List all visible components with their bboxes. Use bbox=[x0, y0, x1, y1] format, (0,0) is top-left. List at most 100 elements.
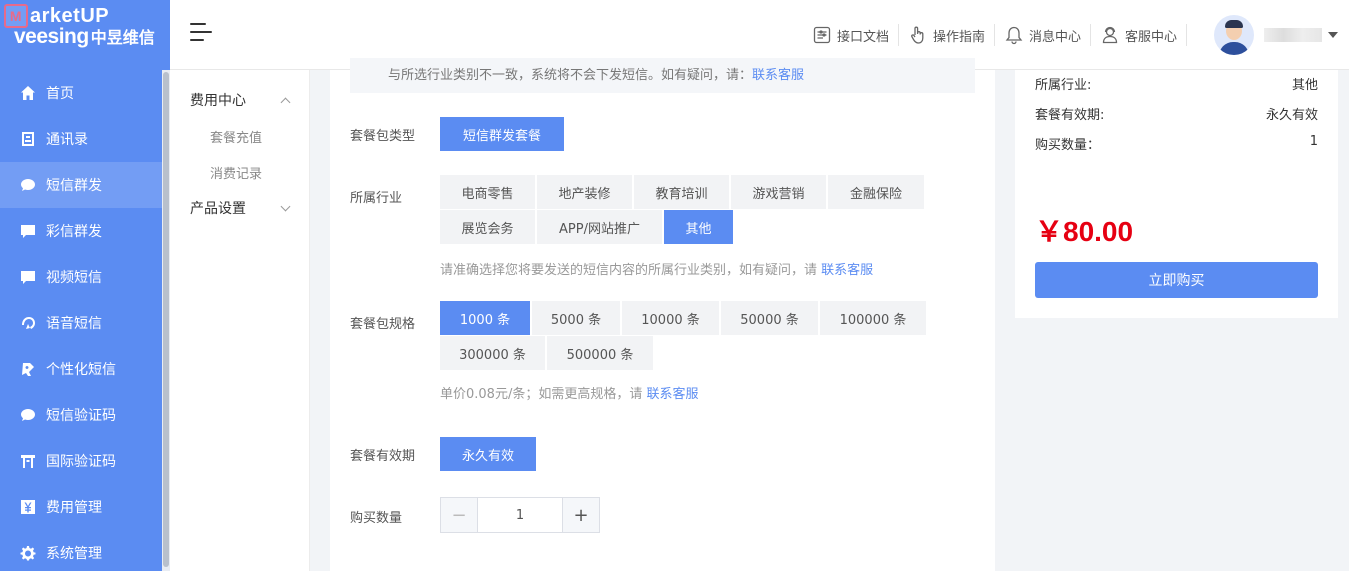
yen-icon bbox=[20, 499, 36, 515]
summary-value: 其他 bbox=[1291, 78, 1318, 93]
header-link-guide[interactable]: 操作指南 bbox=[899, 24, 996, 46]
header-link-label: 消息中心 bbox=[1029, 29, 1082, 45]
sidebar-item-label: 视频短信 bbox=[46, 270, 102, 286]
summary-row-validity: 套餐有效期: 永久有效 bbox=[1035, 104, 1318, 123]
sidebar-item-sms[interactable]: 短信群发 bbox=[0, 162, 162, 208]
submenu-group-product-settings[interactable]: 产品设置 bbox=[170, 190, 309, 226]
sidebar-item-billing[interactable]: 费用管理 bbox=[0, 484, 162, 530]
submenu-group-label: 费用中心 bbox=[190, 93, 246, 109]
sidebar-scrollbar[interactable] bbox=[162, 70, 170, 571]
api-doc-icon bbox=[813, 26, 831, 44]
sidebar-scrollbar-thumb[interactable] bbox=[163, 72, 169, 567]
summary-label: 购买数量： bbox=[1035, 138, 1101, 153]
quantity-increase-button[interactable]: + bbox=[562, 498, 599, 532]
notice-text: 与所选行业类别不一致，系统将不会下发短信。如有疑问，请： bbox=[388, 68, 753, 83]
sidebar-item-label: 语音短信 bbox=[46, 316, 102, 332]
username-blurred bbox=[1264, 28, 1322, 42]
user-menu[interactable] bbox=[1214, 15, 1338, 55]
validity-option[interactable]: 永久有效 bbox=[440, 437, 536, 471]
header-link-api-doc[interactable]: 接口文档 bbox=[803, 24, 900, 46]
voice-sms-icon bbox=[20, 315, 36, 331]
sidebar-item-label: 彩信群发 bbox=[46, 224, 102, 240]
summary-label: 所属行业: bbox=[1035, 78, 1092, 93]
gear-icon bbox=[20, 545, 36, 561]
bell-icon bbox=[1005, 26, 1023, 45]
industry-hint: 请准确选择您将要发送的短信内容的所属行业类别，如有疑问，请 联系客服 bbox=[440, 259, 873, 278]
industry-option[interactable]: 电商零售 bbox=[440, 175, 535, 209]
summary-row-quantity: 购买数量： 1 bbox=[1035, 134, 1318, 153]
sidebar-item-label: 首页 bbox=[46, 86, 74, 102]
sidebar-item-system[interactable]: 系统管理 bbox=[0, 530, 162, 571]
sidebar-item-voice-sms[interactable]: 语音短信 bbox=[0, 300, 162, 346]
video-sms-icon bbox=[20, 269, 36, 285]
industry-option-selected[interactable]: 其他 bbox=[664, 210, 733, 244]
header-link-support[interactable]: 客服中心 bbox=[1091, 24, 1188, 46]
mms-icon bbox=[20, 223, 36, 239]
spec-option-selected[interactable]: 1000 条 bbox=[440, 301, 530, 335]
sms-icon bbox=[20, 177, 36, 193]
industry-contact-link[interactable]: 联系客服 bbox=[821, 263, 873, 278]
sidebar-item-sms-code[interactable]: 短信验证码 bbox=[0, 392, 162, 438]
sidebar-item-label: 通讯录 bbox=[46, 132, 88, 148]
buy-now-button[interactable]: 立即购买 bbox=[1035, 262, 1318, 298]
sidebar-item-intl-code[interactable]: 国际验证码 bbox=[0, 438, 162, 484]
chevron-down-icon bbox=[1328, 32, 1338, 38]
menu-toggle-icon[interactable] bbox=[190, 23, 212, 45]
header-link-label: 操作指南 bbox=[933, 29, 986, 45]
support-icon bbox=[1102, 26, 1118, 44]
chevron-up-icon bbox=[280, 97, 291, 107]
quantity-decrease-button[interactable]: − bbox=[441, 498, 478, 532]
industry-option[interactable]: 游戏营销 bbox=[731, 175, 826, 209]
home-icon bbox=[20, 85, 36, 101]
quantity-label: 购买数量 bbox=[350, 511, 403, 526]
spec-hint: 单价0.08元/条；如需更高规格，请 联系客服 bbox=[440, 383, 698, 402]
validity-label: 套餐有效期 bbox=[350, 449, 416, 464]
submenu-item-recharge[interactable]: 套餐充值 bbox=[170, 118, 309, 154]
total-price: ￥80.00 bbox=[1035, 216, 1134, 247]
header-link-label: 接口文档 bbox=[837, 29, 890, 45]
package-type-label: 套餐包类型 bbox=[350, 129, 416, 144]
industry-option[interactable]: 教育培训 bbox=[634, 175, 729, 209]
submenu-item-consumption[interactable]: 消费记录 bbox=[170, 154, 309, 190]
contacts-icon bbox=[20, 131, 36, 147]
industry-option[interactable]: 展览会务 bbox=[440, 210, 535, 244]
sidebar-item-mms[interactable]: 彩信群发 bbox=[0, 208, 162, 254]
header-link-messages[interactable]: 消息中心 bbox=[995, 24, 1092, 46]
spec-option[interactable]: 500000 条 bbox=[547, 336, 653, 370]
header-links: 接口文档 操作指南 消息中心 客服中心 bbox=[803, 22, 1188, 48]
submenu-group-billing-center[interactable]: 费用中心 bbox=[170, 82, 309, 118]
package-type-option[interactable]: 短信群发套餐 bbox=[440, 117, 564, 151]
secondary-menu: 费用中心 套餐充值 消费记录 产品设置 bbox=[170, 70, 310, 571]
industry-option[interactable]: 地产装修 bbox=[537, 175, 632, 209]
spec-option[interactable]: 100000 条 bbox=[820, 301, 926, 335]
sidebar-item-contacts[interactable]: 通讯录 bbox=[0, 116, 162, 162]
summary-value: 永久有效 bbox=[1265, 108, 1318, 123]
logo-bottom-cn: 中昱维信 bbox=[90, 30, 155, 47]
sidebar-nav: 首页 通讯录 短信群发 彩信群发 视频短信 语音短信 个性化短信 短信验证码 国… bbox=[0, 70, 162, 571]
industry-option[interactable]: APP/网站推广 bbox=[537, 210, 662, 244]
spec-option[interactable]: 300000 条 bbox=[440, 336, 545, 370]
sidebar-item-label: 费用管理 bbox=[46, 500, 102, 516]
quantity-stepper: − + bbox=[440, 497, 600, 533]
notice-contact-link[interactable]: 联系客服 bbox=[752, 68, 804, 83]
avatar bbox=[1214, 15, 1254, 55]
brand-logo[interactable]: M arketUP veesing 中昱维信 bbox=[0, 0, 170, 70]
industry-label: 所属行业 bbox=[350, 191, 403, 206]
sidebar-item-personalized-sms[interactable]: 个性化短信 bbox=[0, 346, 162, 392]
chevron-down-icon bbox=[280, 201, 291, 211]
spec-contact-link[interactable]: 联系客服 bbox=[646, 387, 698, 402]
quantity-input[interactable] bbox=[478, 498, 562, 532]
sidebar-item-home[interactable]: 首页 bbox=[0, 70, 162, 116]
sidebar-item-video-sms[interactable]: 视频短信 bbox=[0, 254, 162, 300]
header-link-label: 客服中心 bbox=[1125, 29, 1178, 45]
summary-label: 套餐有效期: bbox=[1035, 108, 1105, 123]
spec-option[interactable]: 10000 条 bbox=[622, 301, 719, 335]
industry-option[interactable]: 金融保险 bbox=[828, 175, 924, 209]
spec-option[interactable]: 5000 条 bbox=[532, 301, 620, 335]
sidebar-item-label: 短信验证码 bbox=[46, 408, 116, 424]
logo-bottom-text: veesing bbox=[14, 25, 89, 48]
spec-option[interactable]: 50000 条 bbox=[721, 301, 818, 335]
summary-value: 1 bbox=[1309, 134, 1318, 149]
purchase-form: 与所选行业类别不一致，系统将不会下发短信。如有疑问，请：联系客服 套餐包类型 短… bbox=[330, 58, 995, 571]
sidebar-item-label: 国际验证码 bbox=[46, 454, 116, 470]
